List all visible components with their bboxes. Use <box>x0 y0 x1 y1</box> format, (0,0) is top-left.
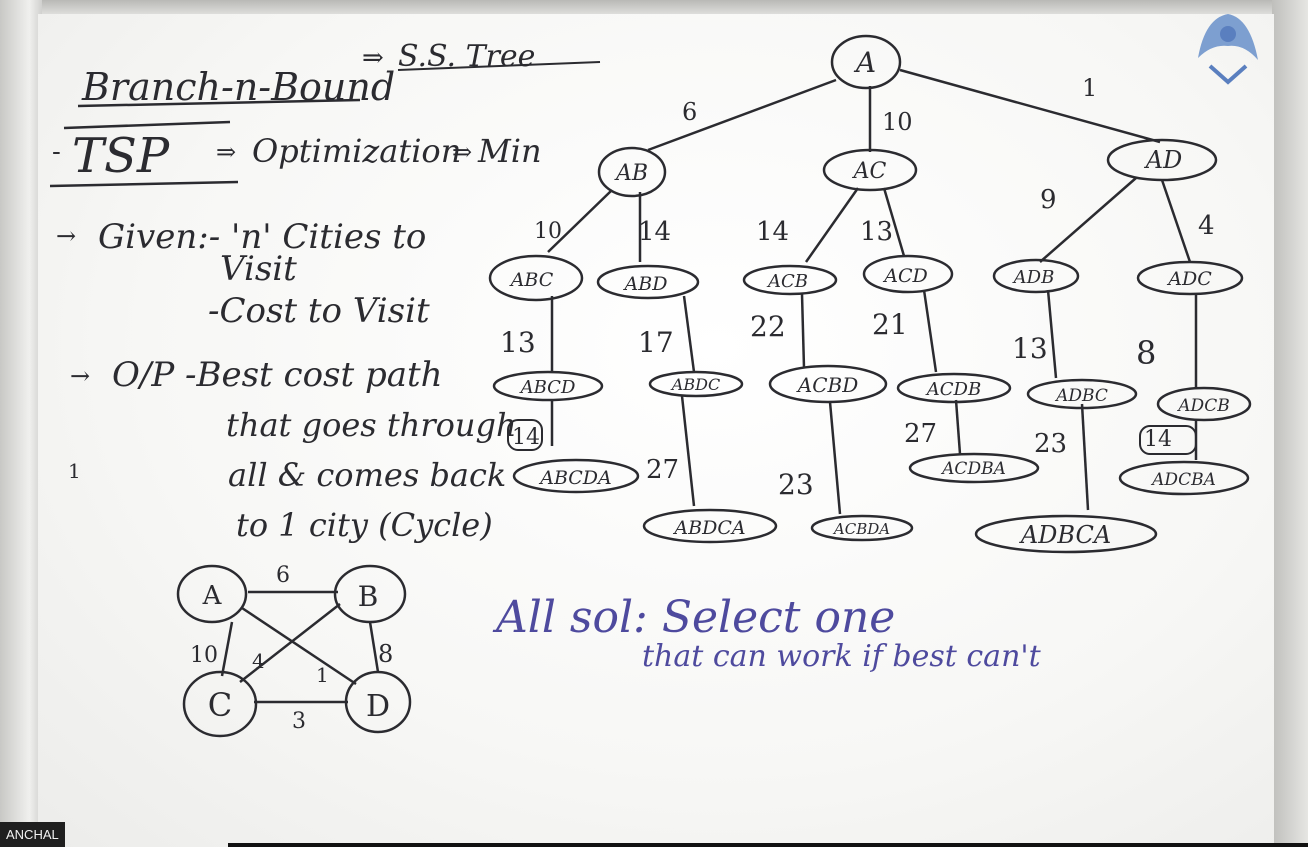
given-text-3: -Cost to Visit <box>208 291 430 331</box>
cost-abcd: 13 <box>500 326 536 359</box>
participant-name-tag: ANCHAL <box>0 822 65 847</box>
tree-label-adb: ADB <box>1012 267 1055 288</box>
weight-bd: 8 <box>378 640 393 668</box>
tree-label-root: A <box>853 46 876 79</box>
graph-node-a-label: A <box>202 581 223 611</box>
cost-ac: 10 <box>882 108 913 136</box>
solution-note-line-2: that can work if best can't <box>642 639 1042 674</box>
tree-label-abdca: ABDCA <box>672 517 745 539</box>
cost-adcba: 14 <box>1144 427 1172 452</box>
weight-ab: 6 <box>276 563 290 588</box>
min-arrow-icon: ⇒ <box>452 138 472 166</box>
tree-label-adbc: ADBC <box>1054 386 1108 406</box>
cost-adb: 9 <box>1040 185 1057 215</box>
cost-adcb: 8 <box>1136 334 1156 372</box>
weight-ac: 10 <box>190 643 218 668</box>
cost-acdba: 27 <box>904 419 937 449</box>
cost-abd: 14 <box>638 217 671 247</box>
tree-label-acdb: ACDB <box>925 379 981 400</box>
tree-label-acd: ACD <box>882 265 928 287</box>
op-text-2: that goes through <box>226 406 517 444</box>
cost-acbd: 22 <box>750 310 786 343</box>
svg-text:-: - <box>52 137 61 167</box>
tree-label-adcba: ADCBA <box>1150 470 1216 490</box>
graph-node-d-label: D <box>366 689 390 724</box>
op-text-3: all & comes back <box>228 456 506 494</box>
tsp-arrow-icon: ⇒ <box>216 138 236 166</box>
bottom-bar <box>228 843 1308 847</box>
tree-label-abcda: ABCDA <box>538 467 612 489</box>
tree-label-adcb: ADCB <box>1176 396 1229 416</box>
cost-abcda: 14 <box>512 425 540 450</box>
cost-acbda: 23 <box>778 468 814 501</box>
tree-label-acb: ACB <box>766 271 808 292</box>
tree-label-acdba: ACDBA <box>940 459 1006 479</box>
tree-label-ac: AC <box>852 159 887 184</box>
solution-note-line-1: All sol: Select one <box>492 592 895 643</box>
tree-label-acbd: ACBD <box>796 373 858 397</box>
weight-cd: 3 <box>292 709 306 734</box>
tree-label-ab: AB <box>614 161 648 186</box>
graph-node-c-label: C <box>208 686 232 724</box>
optimization-text: Optimization <box>252 132 461 170</box>
tree-label-abd: ABD <box>623 273 668 295</box>
cost-abdc: 17 <box>638 326 674 359</box>
tree-label-adc: ADC <box>1166 268 1212 290</box>
stray-mark: 1 <box>68 459 81 483</box>
tree-label-abc: ABC <box>509 269 554 291</box>
min-text: Min <box>477 132 542 170</box>
board-drawing: Branch-n-Bound ⇒ S.S. Tree - TSP ⇒ Optim… <box>49 14 1258 738</box>
op-text-4: to 1 city (Cycle) <box>236 506 493 544</box>
whiteboard: Branch-n-Bound ⇒ S.S. Tree - TSP ⇒ Optim… <box>0 0 1308 847</box>
op-text-1: O/P -Best cost path <box>112 355 443 395</box>
tree-label-abdc: ABDC <box>670 375 720 394</box>
cost-ab: 6 <box>682 98 697 126</box>
tree-label-abcd: ABCD <box>519 377 576 398</box>
cost-abdca: 27 <box>646 455 679 485</box>
given-text-2: Visit <box>220 249 297 289</box>
op-arrow-icon: → <box>70 362 90 390</box>
cost-adbca: 23 <box>1034 429 1067 459</box>
weight-ad: 1 <box>316 663 329 687</box>
cost-adbc: 13 <box>1012 332 1048 365</box>
tree-label-ad: AD <box>1144 146 1183 174</box>
cost-adc: 4 <box>1198 211 1215 241</box>
cost-ad: 1 <box>1082 74 1097 102</box>
given-arrow-icon: → <box>56 222 76 250</box>
city-graph: A B C D 6 10 8 3 4 1 <box>176 563 412 738</box>
tree-label-adbca: ADBCA <box>1019 521 1111 549</box>
weight-bc: 4 <box>252 649 265 673</box>
cost-acb: 14 <box>756 217 789 247</box>
cost-abc: 10 <box>534 219 562 244</box>
cost-acd: 13 <box>860 217 893 247</box>
heading-arrow-icon: ⇒ <box>362 43 384 73</box>
cost-acdb: 21 <box>872 308 908 341</box>
tree-label-acbda: ACBDA <box>832 520 890 538</box>
graph-node-b-label: B <box>358 580 379 613</box>
logo-icon <box>1198 14 1258 85</box>
tsp-text: TSP <box>72 128 170 184</box>
